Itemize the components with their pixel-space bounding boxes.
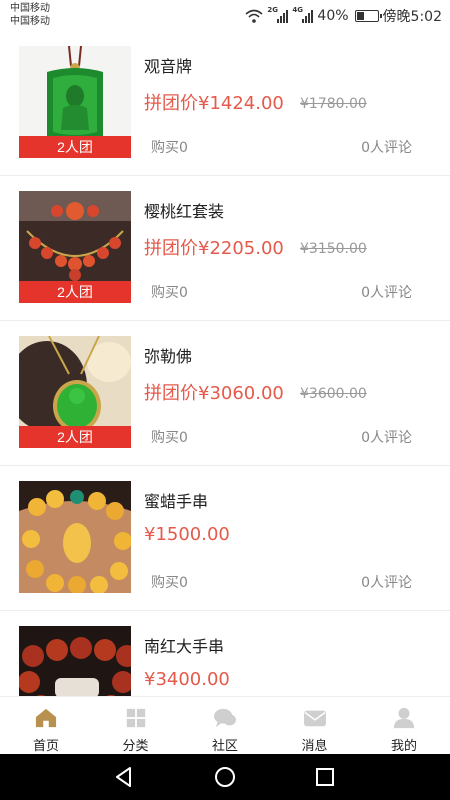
- home-circle-icon[interactable]: [214, 766, 236, 788]
- review-count[interactable]: 0人评论: [361, 572, 412, 592]
- original-price: ¥3150.00: [300, 241, 367, 257]
- product-price: 拼团价¥1424.00: [144, 93, 284, 114]
- status-icons: 2G 4G 40% 傍晚5:02: [245, 6, 442, 25]
- product-list[interactable]: 2人团 观音牌 拼团价¥1424.00 ¥1780.00 购买0 0人评论 2人…: [0, 32, 450, 696]
- original-price: ¥3600.00: [300, 386, 367, 402]
- status-bar: 中国移动 中国移动 2G 4G 40% 傍晚5:02: [0, 0, 450, 32]
- nav-label: 首页: [32, 739, 59, 754]
- product-title[interactable]: 弥勒佛: [144, 343, 192, 367]
- review-count[interactable]: 0人评论: [361, 427, 412, 447]
- product-item[interactable]: 2人团 樱桃红套装 拼团价¥2205.00 ¥3150.00 购买0 0人评论: [0, 176, 450, 321]
- product-image-south-red-bracelet[interactable]: [19, 626, 131, 696]
- nav-label: 消息: [301, 739, 328, 754]
- clock: 傍晚5:02: [382, 9, 442, 25]
- grid-icon: [126, 708, 145, 728]
- back-icon[interactable]: [113, 766, 135, 788]
- group-buy-tag: 2人团: [19, 136, 131, 158]
- product-image-amber-bracelet[interactable]: [19, 481, 131, 593]
- group-buy-tag: 2人团: [19, 426, 131, 448]
- signal-icon: 2G: [267, 6, 289, 23]
- battery-percent: 40%: [317, 8, 349, 24]
- product-price: ¥3400.00: [144, 669, 230, 690]
- product-title[interactable]: 南红大手串: [144, 633, 224, 657]
- product-title[interactable]: 樱桃红套装: [144, 198, 224, 222]
- product-title[interactable]: 蜜蜡手串: [144, 488, 208, 512]
- recents-icon[interactable]: [314, 766, 336, 788]
- review-count[interactable]: 0人评论: [361, 282, 412, 302]
- product-item[interactable]: 蜜蜡手串 ¥1500.00 购买0 0人评论: [0, 466, 450, 611]
- product-price: 拼团价¥3060.00: [144, 383, 284, 404]
- product-item[interactable]: 2人团 弥勒佛 拼团价¥3060.00 ¥3600.00 购买0 0人评论: [0, 321, 450, 466]
- nav-messages[interactable]: 消息: [291, 697, 339, 754]
- purchase-count: 购买0: [151, 140, 188, 156]
- product-item[interactable]: 南红大手串 ¥3400.00: [0, 611, 450, 696]
- product-title[interactable]: 观音牌: [144, 53, 192, 77]
- group-buy-tag: 2人团: [19, 281, 131, 303]
- product-image-cherry-red-set[interactable]: 2人团: [19, 191, 131, 303]
- product-item[interactable]: 2人团 观音牌 拼团价¥1424.00 ¥1780.00 购买0 0人评论: [0, 32, 450, 176]
- system-nav-bar: [0, 754, 450, 800]
- nav-label: 我的: [390, 739, 417, 754]
- nav-mine[interactable]: 我的: [380, 697, 428, 754]
- chat-bubbles-icon: [214, 708, 236, 728]
- bottom-nav: 首页 分类 社区 消息 我的: [0, 696, 450, 754]
- network-type-label-secondary: 4G: [292, 6, 304, 14]
- purchase-count: 购买0: [151, 575, 188, 591]
- nav-category[interactable]: 分类: [112, 697, 160, 754]
- home-icon: [35, 708, 57, 728]
- purchase-count: 购买0: [151, 430, 188, 446]
- nav-label: 社区: [211, 739, 238, 754]
- review-count[interactable]: 0人评论: [361, 137, 412, 157]
- carrier-name: 中国移动: [10, 3, 50, 14]
- network-type-label: 2G: [267, 6, 279, 14]
- carrier-name-secondary: 中国移动: [10, 16, 50, 27]
- product-image-maitreya-buddha[interactable]: 2人团: [19, 336, 131, 448]
- product-image-guanyin-pendant[interactable]: 2人团: [19, 46, 131, 158]
- purchase-count: 购买0: [151, 285, 188, 301]
- nav-label: 分类: [122, 739, 149, 754]
- product-price: 拼团价¥2205.00: [144, 238, 284, 259]
- battery-icon: [354, 10, 382, 22]
- signal-icon-secondary: 4G: [292, 6, 314, 23]
- message-icon: [303, 710, 326, 727]
- original-price: ¥1780.00: [300, 96, 367, 112]
- user-icon: [393, 707, 415, 729]
- wifi-icon: [245, 9, 263, 23]
- nav-community[interactable]: 社区: [201, 697, 249, 754]
- nav-home[interactable]: 首页: [22, 697, 70, 754]
- product-price: ¥1500.00: [144, 524, 230, 545]
